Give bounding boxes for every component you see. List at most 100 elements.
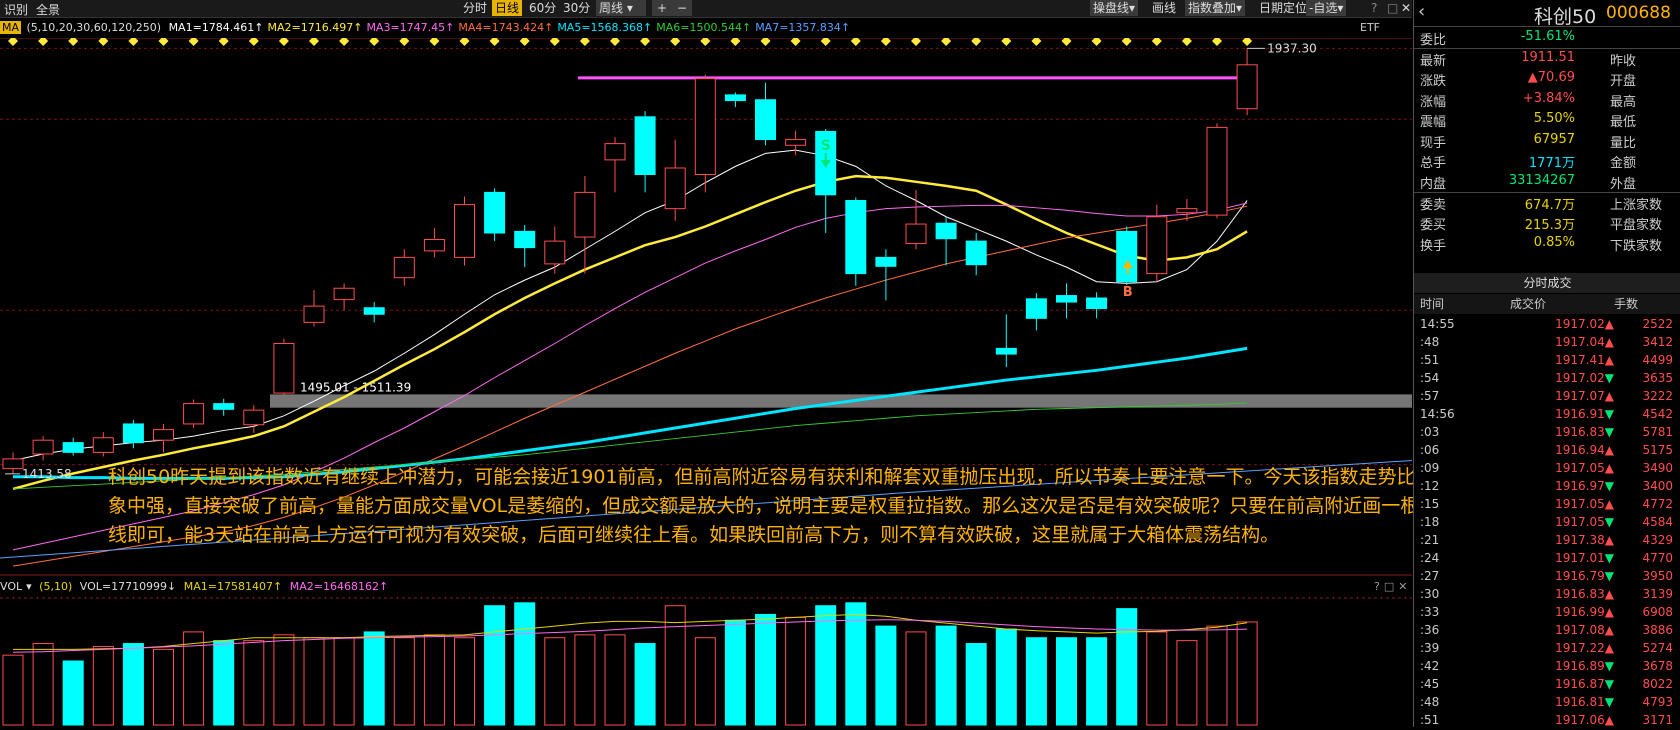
volume-bar	[1176, 640, 1198, 726]
signal-diamond-icon	[1001, 38, 1012, 46]
candle-body	[634, 116, 656, 175]
identify-button[interactable]: 识别	[4, 1, 28, 18]
tick-price: 1916.89▼	[1514, 659, 1614, 673]
volume-chart[interactable]	[0, 597, 1412, 727]
ma-legend-item: MA5=1568.368↑	[557, 21, 653, 34]
volume-bar	[423, 634, 445, 726]
volume-bar	[484, 605, 506, 726]
draw-line-button[interactable]: 画线	[1149, 0, 1179, 16]
tick-price: 1917.02▲	[1514, 317, 1614, 331]
zoom-in-button[interactable]: +	[652, 0, 672, 16]
volume-bar	[845, 602, 867, 726]
help-icon[interactable]: ?	[1368, 0, 1380, 16]
tick-price-number: 1917.05	[1555, 515, 1605, 529]
vol-selector[interactable]: VOL	[0, 580, 22, 593]
candle-body	[2, 458, 24, 470]
arrow-up-icon: ▲	[1604, 587, 1614, 601]
chevron-down-icon: ▾	[1129, 1, 1136, 15]
ma-selector[interactable]: MA	[0, 21, 22, 34]
tick-price-number: 1917.05	[1555, 497, 1605, 511]
tick-price-number: 1917.02	[1555, 371, 1605, 385]
tick-price-number: 1916.79	[1555, 569, 1605, 583]
quote-value: 1911.51	[1521, 50, 1575, 65]
volume-bar	[1056, 637, 1077, 726]
tick-volume: 3139	[1642, 587, 1673, 601]
arrow-down-icon: ▼	[1604, 407, 1614, 421]
tick-price-number: 1916.94	[1555, 443, 1605, 457]
back-icon[interactable]: ‹	[1418, 1, 1425, 22]
tick-time: :57	[1420, 389, 1440, 403]
signal-diamond-icon	[158, 38, 169, 46]
ma-legend-item: MA1=1784.461↑	[168, 21, 264, 34]
tick-time: :48	[1420, 335, 1440, 349]
tick-price-number: 1917.22	[1555, 641, 1605, 655]
candle-body	[122, 423, 144, 444]
signal-diamond-icon	[429, 38, 440, 46]
watchlist-button[interactable]: -自选▾	[1306, 0, 1347, 16]
signal-diamond-icon	[489, 38, 500, 46]
quote-label-2: 下跌家数	[1610, 239, 1663, 254]
arrow-down-icon: ▼	[1604, 425, 1614, 439]
ma-legend-item: MA4=1743.424↑	[458, 21, 554, 34]
volume-bar	[694, 637, 716, 726]
signal-diamond-icon	[1212, 38, 1222, 46]
signal-diamond-icon	[98, 38, 109, 46]
candle-body	[213, 403, 235, 410]
index-overlay-button[interactable]: 指数叠加▾	[1185, 0, 1246, 16]
tick-price: 1916.83▼	[1514, 425, 1614, 439]
tick-time: :03	[1420, 425, 1440, 439]
tick-price-number: 1916.81	[1555, 695, 1605, 709]
tick-row: 14:55 1917.02▲ 2522	[1414, 316, 1680, 334]
volume-bar	[1236, 621, 1258, 726]
tick-volume: 8022	[1642, 677, 1673, 691]
signal-diamond-icon	[549, 38, 560, 46]
close-icon[interactable]: ✕	[1398, 580, 1407, 593]
help-icon[interactable]: ?	[1374, 580, 1380, 593]
tab-minute[interactable]: 分时	[460, 0, 490, 16]
tick-volume: 3678	[1642, 659, 1673, 673]
tab-daily[interactable]: 日线	[492, 0, 523, 16]
tab-60min[interactable]: 60分	[526, 0, 559, 16]
tick-volume: 4793	[1642, 695, 1673, 709]
trading-line-button[interactable]: 操盘线▾	[1090, 0, 1139, 16]
volume-bar	[1116, 608, 1138, 726]
tick-price: 1917.04▲	[1514, 335, 1614, 349]
tab-30min[interactable]: 30分	[560, 0, 593, 16]
tick-price-number: 1917.04	[1555, 335, 1605, 349]
tick-time: :30	[1420, 587, 1440, 601]
tick-price: 1917.07▲	[1514, 389, 1614, 403]
signal-diamond-icon	[369, 38, 380, 46]
tick-price: 1916.83▲	[1514, 587, 1614, 601]
tick-time: :48	[1420, 695, 1440, 709]
signal-diamond-icon	[459, 38, 470, 46]
tick-time: :24	[1420, 551, 1440, 565]
tick-price-number: 1916.87	[1555, 677, 1605, 691]
quote-value: 215.3万	[1524, 218, 1575, 233]
date-locate-button[interactable]: 日期定位	[1256, 0, 1310, 16]
signal-diamond-icon	[8, 38, 18, 46]
tick-price-number: 1917.08	[1555, 623, 1605, 637]
ma-values: MA1=1784.461↑ MA2=1716.497↑ MA3=1747.45↑ MA…	[169, 21, 855, 34]
signal-diamond-icon	[730, 38, 741, 46]
arrow-up-icon: ▲	[1604, 335, 1614, 349]
candle-body	[484, 191, 506, 234]
arrow-down-icon: ▼	[1604, 479, 1614, 493]
close-icon[interactable]: ✕	[1398, 0, 1414, 16]
candle-body	[1086, 297, 1108, 310]
col-price: 成交价	[1510, 297, 1547, 311]
tick-time: :33	[1420, 605, 1440, 619]
ma-legend-item: MA7=1357.834↑	[755, 21, 851, 34]
tick-price: 1917.05▼	[1514, 515, 1614, 529]
panorama-button[interactable]: 全景	[36, 1, 60, 18]
tick-price-number: 1916.83	[1555, 425, 1605, 439]
candle-body	[604, 143, 626, 161]
maximize-icon[interactable]: □	[1384, 580, 1394, 593]
tick-time: :15	[1420, 497, 1440, 511]
tick-price: 1916.99▲	[1514, 605, 1614, 619]
week-dropdown[interactable]: 周线 ▾	[596, 0, 646, 16]
tick-row: :21 1917.38▲ 4329	[1414, 532, 1680, 550]
candle-body	[574, 191, 596, 238]
zoom-out-button[interactable]: −	[672, 0, 692, 16]
quote-row: 换手 0.85% 下跌家数	[1414, 233, 1680, 254]
quote-label: 委卖	[1420, 198, 1447, 213]
